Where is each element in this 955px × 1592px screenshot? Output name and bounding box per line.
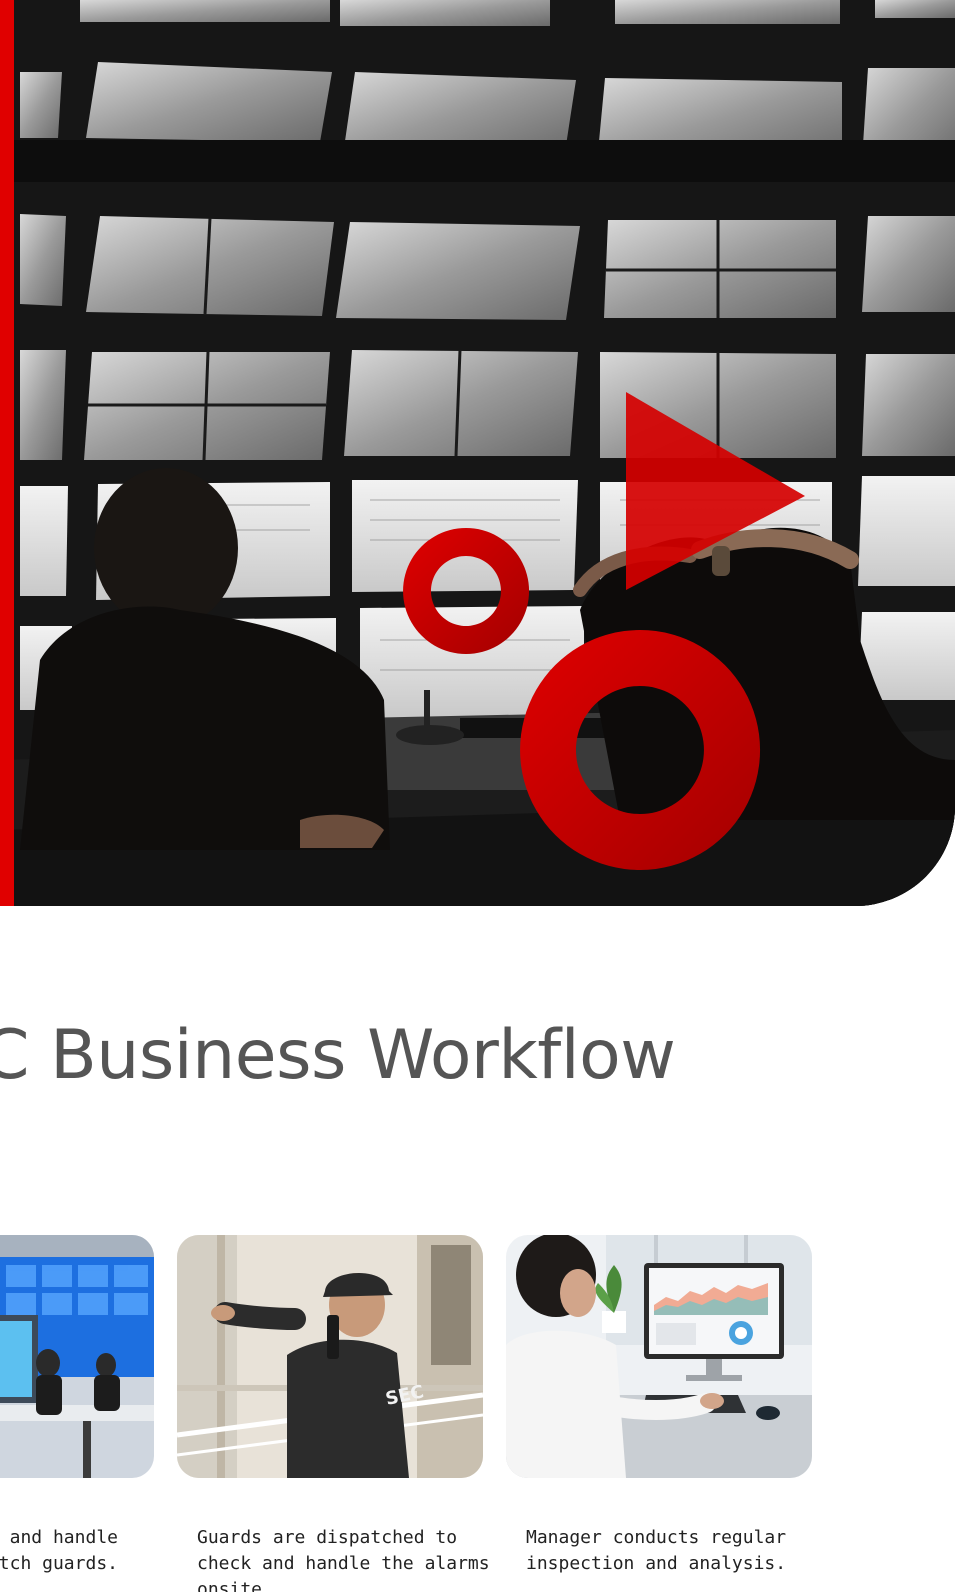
workflow-step-1-line-2: patch guards. (0, 1553, 118, 1574)
triangle-play-shape (626, 392, 805, 590)
manager-dashboard-photo (506, 1235, 812, 1478)
control-room-monitors-photo (0, 1235, 154, 1478)
large-ring-shape (520, 630, 761, 871)
hero-image (0, 0, 955, 906)
workflow-step-1-line-1: y and handle (0, 1527, 118, 1548)
workflow-step-1-text: y and handle patch guards. (0, 1525, 118, 1577)
accent-bar (0, 0, 14, 906)
page: C Business Workflow SEC y and handle tch… (0, 0, 955, 1592)
workflow-step-3-line-2: inspection and analysis. (526, 1553, 787, 1574)
workflow-step-2-line-3: onsite. (197, 1579, 273, 1592)
workflow-step-3-text: Manager conducts regular inspection and … (526, 1525, 826, 1577)
workflow-step-2-line-1: Guards are dispatched to (197, 1527, 458, 1548)
section-title: C Business Workflow (0, 1016, 676, 1095)
small-ring-shape (403, 528, 530, 654)
workflow-step-2-text: Guards are dispatched to check and handl… (197, 1525, 497, 1592)
security-guard-radio-photo: SEC (177, 1235, 483, 1478)
workflow-step-3-line-1: Manager conducts regular (526, 1527, 787, 1548)
workflow-step-2-line-2: check and handle the alarms (197, 1553, 490, 1574)
